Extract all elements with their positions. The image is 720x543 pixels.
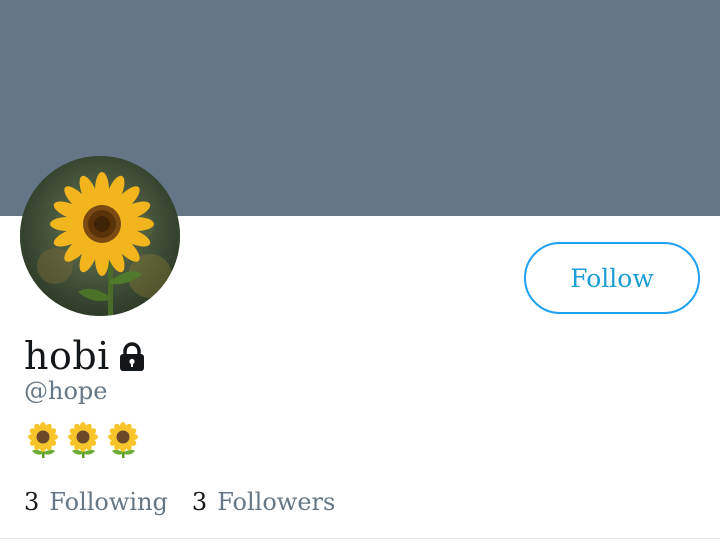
- sunflower-icon: [66, 422, 100, 458]
- profile-handle: @hope: [24, 377, 108, 405]
- following-stat[interactable]: 3 Following: [24, 488, 168, 516]
- profile-bio: [26, 420, 140, 460]
- divider: [0, 538, 720, 539]
- sunflower-icon: [106, 422, 140, 458]
- followers-stat[interactable]: 3 Followers: [192, 488, 335, 516]
- followers-count: 3: [191, 488, 208, 516]
- follow-button[interactable]: Follow: [524, 242, 700, 314]
- avatar[interactable]: [20, 156, 180, 316]
- lock-icon: [116, 341, 148, 377]
- followers-label: Followers: [217, 488, 336, 516]
- sunflower-photo: [20, 156, 180, 316]
- display-name: hobi: [24, 334, 110, 378]
- following-label: Following: [49, 488, 168, 516]
- sunflower-icon: [26, 422, 60, 458]
- profile-name-row: hobi: [24, 334, 148, 378]
- following-count: 3: [24, 488, 40, 516]
- profile-stats: 3 Following 3 Followers: [24, 484, 359, 520]
